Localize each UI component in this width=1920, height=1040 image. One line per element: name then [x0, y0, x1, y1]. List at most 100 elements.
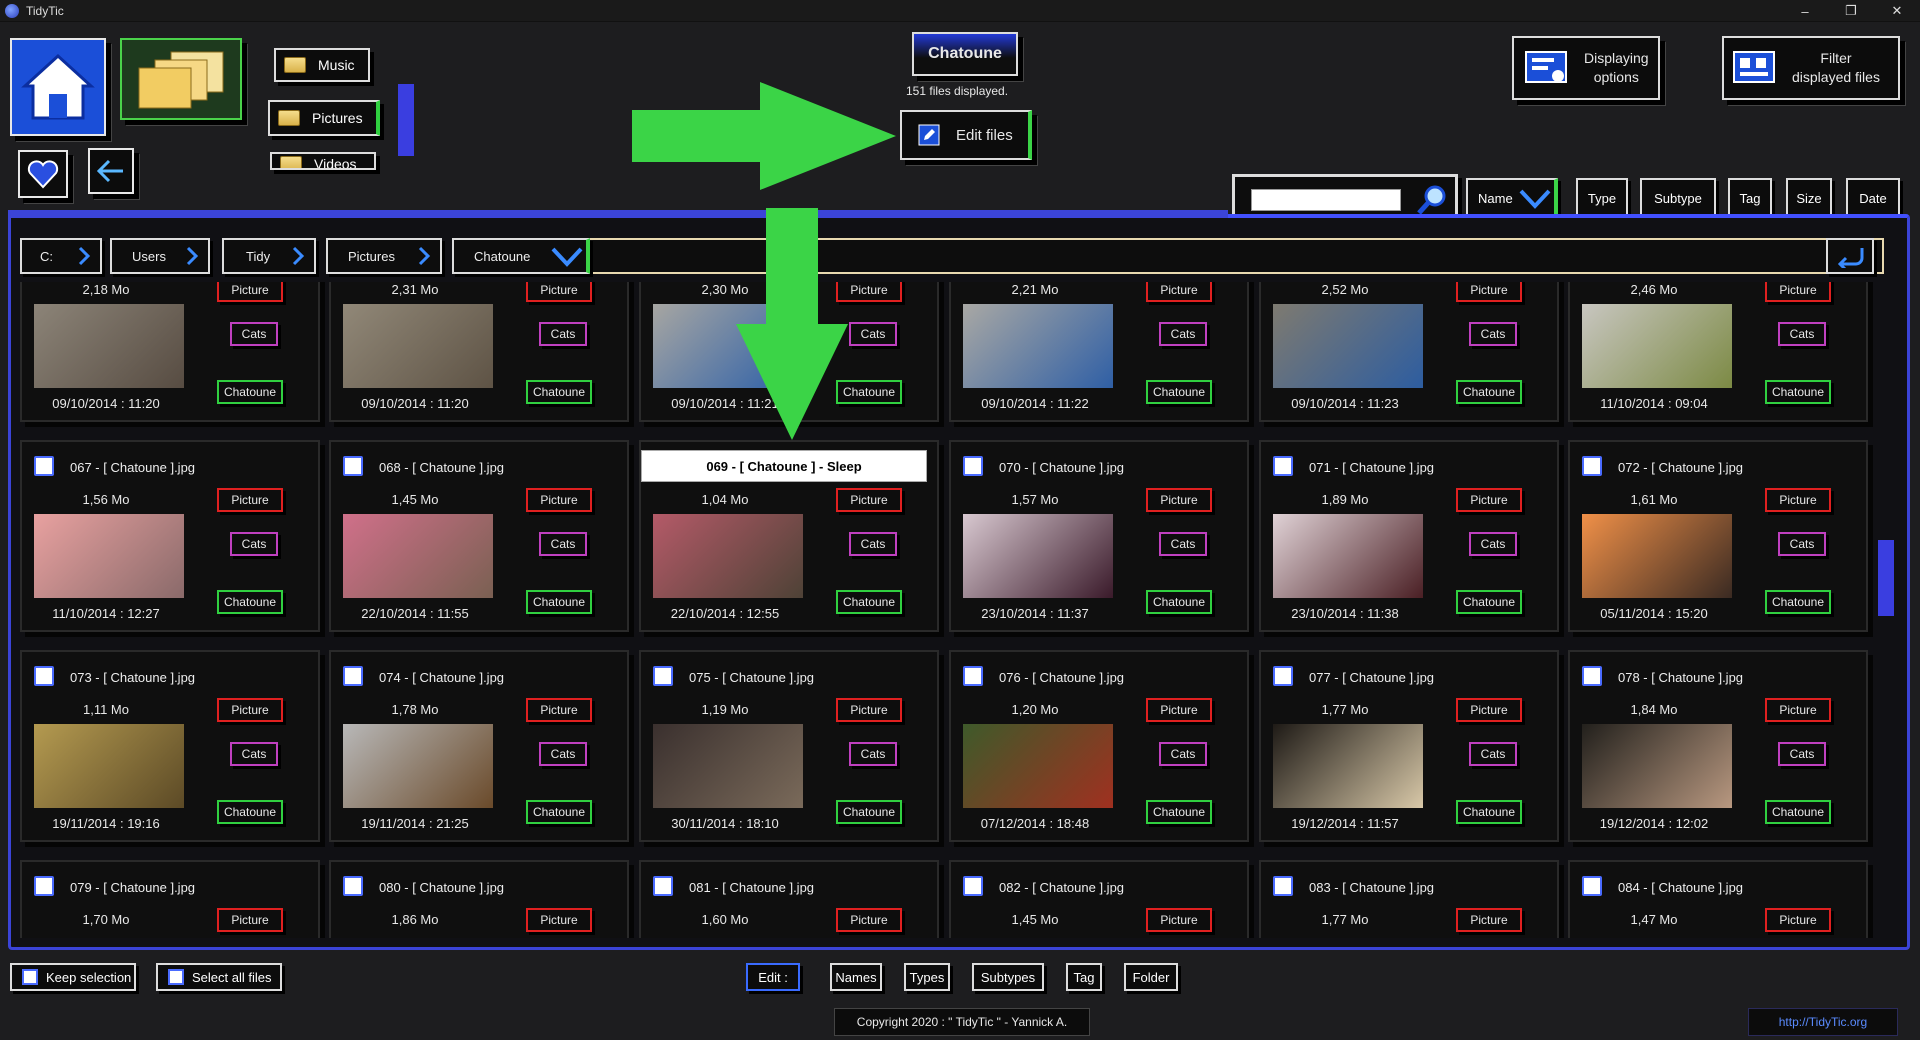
thumbnail-image[interactable] — [653, 514, 803, 598]
select-checkbox[interactable] — [343, 666, 363, 686]
sort-subtype-button[interactable]: Subtype — [1640, 178, 1716, 218]
sort-date-button[interactable]: Date — [1846, 178, 1900, 218]
file-card[interactable]: 073 - [ Chatoune ].jpg 1,11 Mo 19/11/2014 … — [20, 650, 320, 842]
type-tag[interactable]: Picture — [1456, 488, 1522, 512]
type-tag[interactable]: Picture — [526, 698, 592, 722]
select-checkbox[interactable] — [653, 666, 673, 686]
tag-badge[interactable]: Chatoune — [1765, 800, 1831, 824]
thumbnail-image[interactable] — [963, 304, 1113, 388]
subtype-tag[interactable]: Cats — [1469, 532, 1517, 556]
file-card[interactable]: 079 - [ Chatoune ].jpg1,70 MoPictureCats… — [20, 860, 320, 938]
file-card[interactable]: 2,18 Mo 09/10/2014 : 11:20 Picture Cats Chat… — [20, 282, 320, 422]
thumbnail-image[interactable] — [963, 514, 1113, 598]
sort-tag-button[interactable]: Tag — [1728, 178, 1772, 218]
subtype-tag[interactable]: Cats — [1469, 322, 1517, 346]
subtype-tag[interactable]: Cats — [230, 742, 278, 766]
search-icon[interactable] — [1415, 183, 1449, 217]
select-checkbox[interactable] — [963, 456, 983, 476]
type-tag[interactable]: Picture — [1765, 908, 1831, 932]
type-tag[interactable]: Picture — [526, 908, 592, 932]
file-card[interactable]: 080 - [ Chatoune ].jpg1,86 MoPictureCats… — [329, 860, 629, 938]
thumbnail-image[interactable] — [963, 724, 1113, 808]
type-tag[interactable]: Picture — [526, 488, 592, 512]
type-tag[interactable]: Picture — [1765, 698, 1831, 722]
subtype-tag[interactable]: Cats — [1469, 742, 1517, 766]
file-card[interactable]: 2,46 Mo 11/10/2014 : 09:04 Picture Cats Chat… — [1568, 282, 1868, 422]
folder-scrollbar[interactable] — [398, 84, 414, 156]
file-card[interactable]: 067 - [ Chatoune ].jpg 1,56 Mo 11/10/2014 … — [20, 440, 320, 632]
select-checkbox[interactable] — [34, 876, 54, 896]
type-tag[interactable]: Picture — [526, 282, 592, 302]
select-checkbox[interactable] — [963, 666, 983, 686]
website-link[interactable]: http://TidyTic.org — [1748, 1008, 1898, 1036]
edit-names-button[interactable]: Names — [830, 963, 882, 991]
select-checkbox[interactable] — [963, 876, 983, 896]
tag-badge[interactable]: Chatoune — [217, 800, 283, 824]
thumbnail-image[interactable] — [34, 514, 184, 598]
tag-badge[interactable]: Chatoune — [217, 380, 283, 404]
thumbnail-image[interactable] — [653, 724, 803, 808]
type-tag[interactable]: Picture — [217, 282, 283, 302]
music-folder-button[interactable]: Music — [274, 48, 370, 82]
tag-badge[interactable]: Chatoune — [526, 590, 592, 614]
subtype-tag[interactable]: Cats — [539, 742, 587, 766]
tag-badge[interactable]: Chatoune — [1765, 590, 1831, 614]
thumbnail-image[interactable] — [34, 304, 184, 388]
thumbnail-image[interactable] — [1273, 724, 1423, 808]
edit-types-button[interactable]: Types — [904, 963, 950, 991]
subtype-tag[interactable]: Cats — [1159, 532, 1207, 556]
subtype-tag[interactable]: Cats — [1778, 742, 1826, 766]
type-tag[interactable]: Picture — [1146, 908, 1212, 932]
type-tag[interactable]: Picture — [1456, 698, 1522, 722]
breadcrumb-chatoune[interactable]: Chatoune — [452, 238, 590, 274]
edit-tag-button[interactable]: Tag — [1066, 963, 1102, 991]
sort-name-button[interactable]: Name — [1466, 178, 1558, 218]
breadcrumb-tidy[interactable]: Tidy — [222, 238, 316, 274]
select-checkbox[interactable] — [34, 666, 54, 686]
subtype-tag[interactable]: Cats — [1778, 532, 1826, 556]
breadcrumb-return-button[interactable] — [1826, 238, 1874, 274]
file-card[interactable]: 076 - [ Chatoune ].jpg 1,20 Mo 07/12/2014 … — [949, 650, 1249, 842]
subtype-tag[interactable]: Cats — [849, 322, 897, 346]
select-checkbox[interactable] — [343, 876, 363, 896]
close-button[interactable]: ✕ — [1874, 0, 1920, 22]
tag-badge[interactable]: Chatoune — [836, 800, 902, 824]
type-tag[interactable]: Picture — [217, 488, 283, 512]
select-checkbox[interactable] — [1582, 666, 1602, 686]
file-card[interactable]: 069 - [ Chatoune ] - Sleep 1,04 Mo 22/10/2… — [639, 440, 939, 632]
grid-scrollbar[interactable] — [1878, 540, 1894, 616]
sort-type-button[interactable]: Type — [1576, 178, 1628, 218]
select-all-button[interactable]: Select all files — [156, 963, 282, 991]
tag-badge[interactable]: Chatoune — [1146, 380, 1212, 404]
select-checkbox[interactable] — [343, 456, 363, 476]
type-tag[interactable]: Picture — [836, 488, 902, 512]
videos-folder-button[interactable]: Videos — [270, 152, 376, 170]
file-card[interactable]: 2,21 Mo 09/10/2014 : 11:22 Picture Cats Chat… — [949, 282, 1249, 422]
thumbnail-image[interactable] — [1273, 304, 1423, 388]
select-checkbox[interactable] — [34, 456, 54, 476]
type-tag[interactable]: Picture — [1146, 282, 1212, 302]
sort-size-button[interactable]: Size — [1786, 178, 1832, 218]
tag-badge[interactable]: Chatoune — [1146, 590, 1212, 614]
keep-selection-button[interactable]: Keep selection — [10, 963, 136, 991]
breadcrumb-c[interactable]: C: — [20, 238, 102, 274]
subtype-tag[interactable]: Cats — [1159, 322, 1207, 346]
file-card[interactable]: 2,52 Mo 09/10/2014 : 11:23 Picture Cats Chat… — [1259, 282, 1559, 422]
file-card[interactable]: 068 - [ Chatoune ].jpg 1,45 Mo 22/10/2014 … — [329, 440, 629, 632]
type-tag[interactable]: Picture — [836, 908, 902, 932]
type-tag[interactable]: Picture — [1146, 488, 1212, 512]
folders-button[interactable] — [120, 38, 242, 120]
type-tag[interactable]: Picture — [217, 908, 283, 932]
tag-badge[interactable]: Chatoune — [217, 590, 283, 614]
select-checkbox[interactable] — [1273, 666, 1293, 686]
favorites-button[interactable] — [18, 150, 68, 198]
select-checkbox[interactable] — [1273, 876, 1293, 896]
file-card[interactable]: 083 - [ Chatoune ].jpg1,77 MoPictureCats… — [1259, 860, 1559, 938]
select-checkbox[interactable] — [1273, 456, 1293, 476]
select-checkbox[interactable] — [653, 876, 673, 896]
file-card[interactable]: 070 - [ Chatoune ].jpg 1,57 Mo 23/10/2014 … — [949, 440, 1249, 632]
breadcrumb-users[interactable]: Users — [110, 238, 210, 274]
file-card[interactable]: 081 - [ Chatoune ].jpg1,60 MoPictureCats… — [639, 860, 939, 938]
file-card[interactable]: 082 - [ Chatoune ].jpg1,45 MoPictureCats… — [949, 860, 1249, 938]
filter-files-button[interactable]: Filter displayed files — [1722, 36, 1900, 100]
